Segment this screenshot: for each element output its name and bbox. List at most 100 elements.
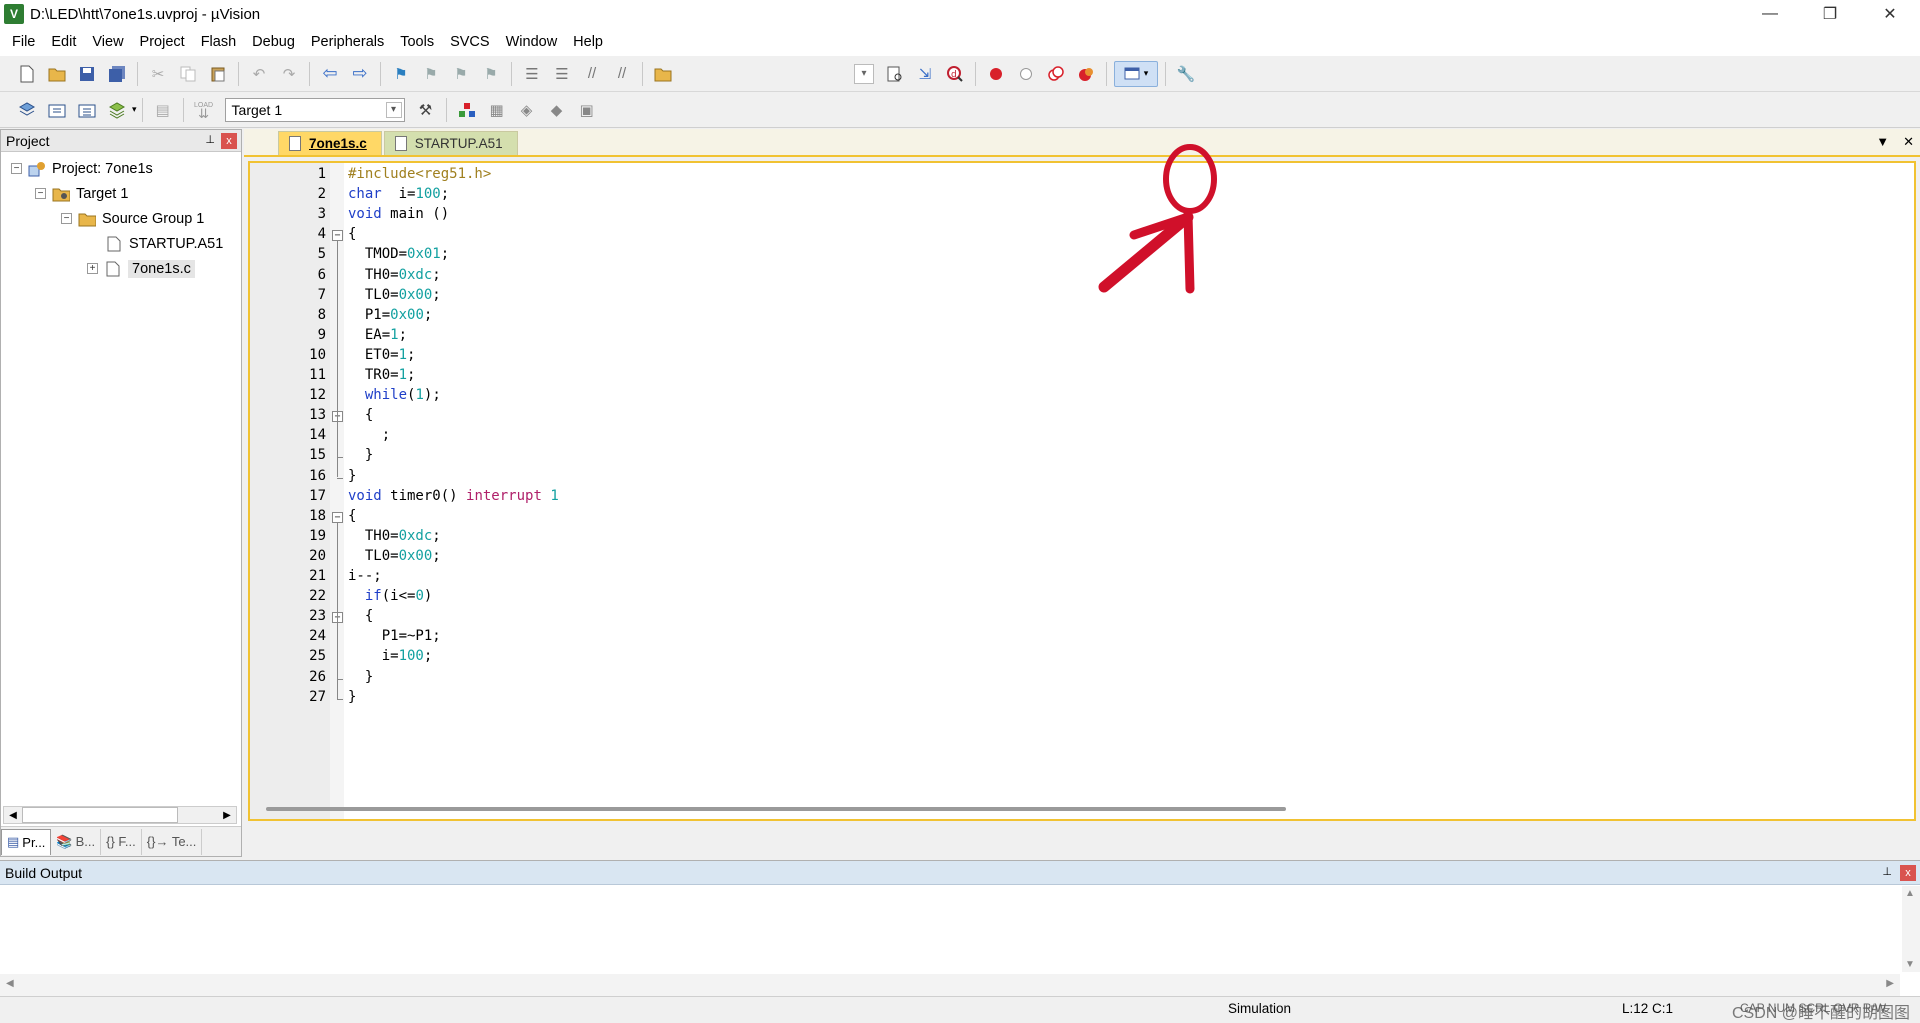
pin-icon[interactable]: ⊥: [205, 133, 215, 146]
code-line[interactable]: ET0=1;: [348, 347, 416, 363]
code-line[interactable]: }: [348, 468, 356, 484]
code-line[interactable]: {: [348, 508, 356, 524]
scroll-left-icon[interactable]: ◀: [6, 978, 14, 989]
code-line[interactable]: {: [348, 608, 373, 624]
rebuild-icon[interactable]: [74, 97, 100, 123]
kill-all-breakpoints-icon[interactable]: [1073, 61, 1099, 87]
pack-installer-icon[interactable]: ◆: [544, 97, 570, 123]
code-line[interactable]: void main (): [348, 206, 449, 222]
build-output-text[interactable]: [0, 886, 1900, 972]
scroll-right-icon[interactable]: ▶: [218, 807, 236, 823]
incremental-find-icon[interactable]: ⇲: [912, 61, 938, 87]
debug-session-icon[interactable]: d: [942, 61, 968, 87]
tab-list-dropdown-icon[interactable]: ▼: [1876, 134, 1889, 150]
multi-project-icon[interactable]: ▣: [574, 97, 600, 123]
collapse-icon[interactable]: −: [61, 213, 72, 224]
stop-build-icon[interactable]: ▤: [150, 97, 176, 123]
copy-icon[interactable]: [175, 61, 201, 87]
code-line[interactable]: #include<reg51.h>: [348, 166, 491, 182]
build-icon[interactable]: [44, 97, 70, 123]
menu-debug[interactable]: Debug: [244, 34, 303, 50]
menu-edit[interactable]: Edit: [43, 34, 84, 50]
minimize-button[interactable]: —: [1740, 0, 1800, 28]
code-line[interactable]: i=100;: [348, 648, 433, 664]
manage-rte-icon[interactable]: ◈: [514, 97, 540, 123]
code-line[interactable]: TL0=0x00;: [348, 287, 441, 303]
fold-collapse-icon[interactable]: −: [332, 230, 343, 242]
code-editor[interactable]: 1 2 3 4 5 6 7 8 9 10 11 12 13 14 15 16 17 18 19 20 21 22 23 24 2…: [248, 161, 1916, 821]
target-select[interactable]: Target 1 ▾: [224, 97, 405, 122]
menu-tools[interactable]: Tools: [392, 34, 442, 50]
uncomment-icon[interactable]: //: [609, 61, 635, 87]
bookmark-clear-icon[interactable]: ⚑: [478, 61, 504, 87]
code-line[interactable]: void timer0() interrupt 1: [348, 488, 559, 504]
pin-icon[interactable]: ⊥: [1882, 865, 1892, 878]
undo-icon[interactable]: ↶: [246, 61, 272, 87]
bookmark-toggle-icon[interactable]: ⚑: [388, 61, 414, 87]
unindent-icon[interactable]: ☰: [549, 61, 575, 87]
find-in-files-icon[interactable]: [650, 61, 676, 87]
comment-icon[interactable]: //: [579, 61, 605, 87]
code-line[interactable]: i--;: [348, 568, 382, 584]
tree-item-target[interactable]: − Target 1: [1, 181, 241, 206]
disable-all-breakpoints-icon[interactable]: [1043, 61, 1069, 87]
tab-functions[interactable]: {} F...: [101, 828, 142, 855]
tab-project[interactable]: ▤ Pr...: [1, 828, 52, 855]
close-button[interactable]: ✕: [1860, 0, 1920, 28]
menu-flash[interactable]: Flash: [193, 34, 244, 50]
scroll-right-icon[interactable]: ▶: [1886, 978, 1894, 989]
new-file-icon[interactable]: [14, 61, 40, 87]
expand-icon[interactable]: +: [87, 263, 98, 274]
tree-item-startup-file[interactable]: STARTUP.A51: [1, 231, 241, 256]
download-load-icon[interactable]: LOAD ⇊: [191, 97, 217, 123]
menu-project[interactable]: Project: [132, 34, 193, 50]
menu-help[interactable]: Help: [565, 34, 611, 50]
indent-icon[interactable]: ☰: [519, 61, 545, 87]
collapse-icon[interactable]: −: [35, 188, 46, 199]
enable-breakpoint-icon[interactable]: [1013, 61, 1039, 87]
tab-books[interactable]: 📚 B...: [51, 828, 102, 855]
save-all-icon[interactable]: [104, 61, 130, 87]
menu-view[interactable]: View: [84, 34, 131, 50]
tree-item-c-file[interactable]: + 7one1s.c: [1, 256, 241, 281]
tree-item-project[interactable]: − Project: 7one1s: [1, 156, 241, 181]
code-line[interactable]: TR0=1;: [348, 367, 416, 383]
cut-icon[interactable]: ✂: [145, 61, 171, 87]
batch-build-icon[interactable]: [104, 97, 130, 123]
batch-build-dropdown-icon[interactable]: ▾: [132, 104, 137, 115]
scroll-up-icon[interactable]: ▲: [1905, 888, 1915, 899]
code-line[interactable]: }: [348, 669, 373, 685]
build-output-vertical-scrollbar[interactable]: ▲ ▼: [1902, 886, 1920, 972]
code-line[interactable]: TMOD=0x01;: [348, 246, 449, 262]
code-line[interactable]: while(1);: [348, 387, 441, 403]
project-horizontal-scrollbar[interactable]: ◀ ▶: [3, 806, 237, 824]
code-line[interactable]: EA=1;: [348, 327, 407, 343]
code-line[interactable]: TL0=0x00;: [348, 548, 441, 564]
window-layout-icon[interactable]: ▾: [1114, 60, 1158, 87]
navigate-back-icon[interactable]: ⇦: [317, 61, 343, 87]
tree-item-source-group[interactable]: − Source Group 1: [1, 206, 241, 231]
menu-file[interactable]: File: [4, 34, 43, 50]
menu-svcs[interactable]: SVCS: [442, 34, 498, 50]
restore-button[interactable]: ❐: [1800, 0, 1860, 28]
navigate-forward-icon[interactable]: ⇨: [347, 61, 373, 87]
code-line[interactable]: TH0=0xdc;: [348, 267, 441, 283]
code-line[interactable]: ;: [348, 427, 390, 443]
find-icon[interactable]: [882, 61, 908, 87]
menu-window[interactable]: Window: [498, 34, 566, 50]
code-line[interactable]: P1=0x00;: [348, 307, 432, 323]
close-icon[interactable]: x: [1900, 865, 1916, 881]
code-line[interactable]: char i=100;: [348, 186, 449, 202]
fold-collapse-icon[interactable]: −: [332, 511, 343, 523]
bookmark-next-icon[interactable]: ⚑: [448, 61, 474, 87]
tab-startup-a51[interactable]: STARTUP.A51: [383, 131, 518, 155]
scroll-thumb[interactable]: [22, 807, 178, 823]
tab-7one1s-c[interactable]: 7one1s.c: [278, 131, 382, 155]
code-line[interactable]: TH0=0xdc;: [348, 528, 441, 544]
code-line[interactable]: }: [348, 447, 373, 463]
open-folder-icon[interactable]: [44, 61, 70, 87]
build-output-horizontal-scrollbar[interactable]: ◀ ▶: [0, 974, 1900, 996]
collapse-icon[interactable]: −: [11, 163, 22, 174]
editor-horizontal-scrollbar[interactable]: [266, 807, 1286, 811]
manage-project-items-icon[interactable]: [454, 97, 480, 123]
